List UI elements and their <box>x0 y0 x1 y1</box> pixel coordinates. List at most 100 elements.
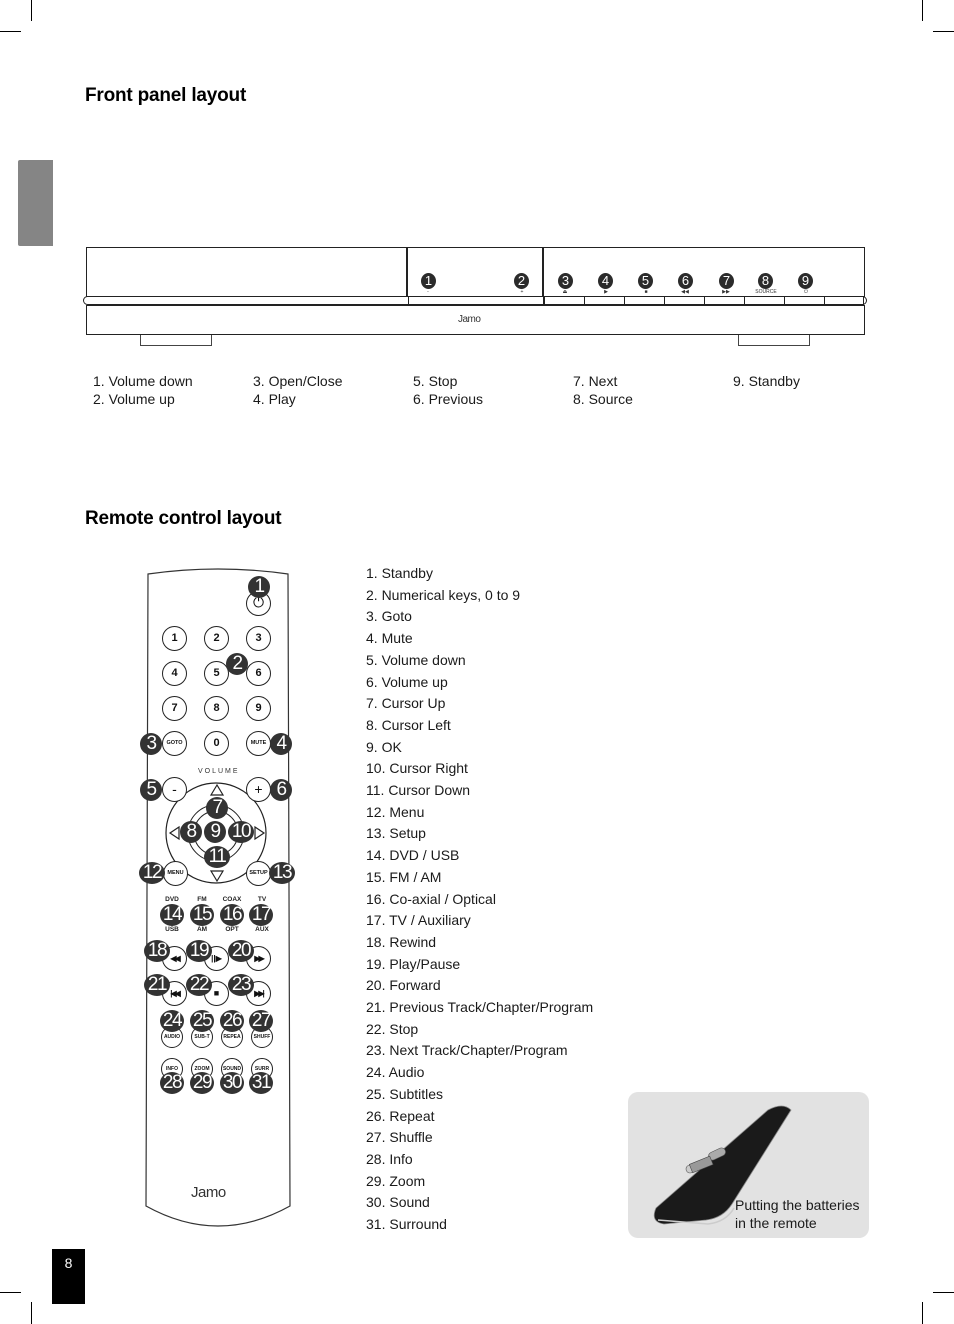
legend-item: 5. Stop <box>413 373 458 389</box>
legend-item: 8. Source <box>573 391 633 407</box>
front-callout-2: 2 <box>514 273 529 289</box>
remote-callout: 29 <box>190 1072 214 1094</box>
legend-item: 2. Volume up <box>93 391 175 407</box>
remote-setup-button[interactable]: SETUP <box>246 861 271 886</box>
legend-item: 3. Goto <box>366 608 412 625</box>
front-legend-col-2: 3. Open/Close 4. Play <box>253 372 343 408</box>
front-legend-col-1: 1. Volume down 2. Volume up <box>93 372 193 408</box>
legend-item: 25. Subtitles <box>366 1085 444 1102</box>
remote-callout: 20 <box>228 940 254 962</box>
front-button-source[interactable] <box>744 296 785 305</box>
crop-mark <box>922 1302 923 1324</box>
front-button-stop[interactable] <box>624 296 665 305</box>
remote-key-0[interactable]: 0 <box>204 731 229 756</box>
legend-item: 23. Next Track/Chapter/Program <box>366 1042 568 1059</box>
remote-callout: 2 <box>226 653 248 675</box>
crop-mark <box>31 1302 32 1324</box>
remote-callout: 17 <box>249 904 273 926</box>
source-label-dvd: DVD <box>165 896 179 903</box>
front-panel-logo: Jamo <box>458 314 481 325</box>
front-panel-upper-left <box>86 247 407 297</box>
front-callout-5: 5 <box>638 273 653 289</box>
play-icon: ▶ <box>604 289 608 295</box>
stop-icon: ■ <box>644 289 648 295</box>
front-button-next[interactable] <box>704 296 745 305</box>
remote-callout: 15 <box>190 904 214 926</box>
legend-item: 4. Mute <box>366 630 413 647</box>
legend-item: 4. Play <box>253 391 296 407</box>
front-button-volume[interactable] <box>408 296 544 305</box>
remote-callout: 1 <box>248 576 270 598</box>
remote-callout: 6 <box>270 779 292 801</box>
legend-item: 9. Standby <box>733 373 800 389</box>
remote-callout: 5 <box>140 779 162 801</box>
remote-callout: 25 <box>190 1010 214 1032</box>
legend-item: 6. Volume up <box>366 673 448 690</box>
legend-item: 15. FM / AM <box>366 868 442 885</box>
remote-key-1[interactable]: 1 <box>162 626 187 651</box>
legend-item: 26. Repeat <box>366 1107 435 1124</box>
remote-menu-button[interactable]: MENU <box>163 861 188 886</box>
remote-key-2[interactable]: 2 <box>204 626 229 651</box>
remote-callout: 28 <box>160 1072 184 1094</box>
legend-item: 11. Cursor Down <box>366 782 471 799</box>
legend-item: 9. OK <box>366 738 402 755</box>
front-legend-col-4: 7. Next 8. Source <box>573 372 633 408</box>
legend-item: 13. Setup <box>366 825 426 842</box>
legend-item: 17. TV / Auxiliary <box>366 912 471 929</box>
battery-caption-line: Putting the batteries <box>735 1197 860 1213</box>
legend-item: 30. Sound <box>366 1194 430 1211</box>
remote-key-3[interactable]: 3 <box>246 626 271 651</box>
legend-item: 7. Cursor Up <box>366 695 446 712</box>
source-label: SOURCE <box>755 289 777 295</box>
remote-key-4[interactable]: 4 <box>162 661 187 686</box>
remote-title: Remote control layout <box>85 508 282 529</box>
remote-volume-up-button[interactable]: + <box>246 777 271 802</box>
remote-mute-button[interactable]: MUTE <box>246 731 271 756</box>
eject-icon: ⏏ <box>562 289 568 295</box>
page-number: 8 <box>52 1249 85 1304</box>
front-button-standby[interactable] <box>784 296 825 305</box>
volume-label: VOLUME <box>198 768 240 775</box>
front-callout-6: 6 <box>678 273 693 289</box>
section-side-tab <box>18 160 53 246</box>
remote-volume-down-button[interactable]: - <box>162 777 187 802</box>
legend-item: 31. Surround <box>366 1216 447 1233</box>
remote-callout: 9 <box>204 821 226 843</box>
legend-item: 2. Numerical keys, 0 to 9 <box>366 586 521 603</box>
crop-mark <box>0 31 21 32</box>
front-legend-col-5: 9. Standby <box>733 372 800 390</box>
front-button-blank <box>824 296 864 305</box>
crop-mark <box>0 1292 21 1293</box>
front-callout-4: 4 <box>598 273 613 289</box>
remote-callout: 7 <box>206 797 228 819</box>
front-button-play[interactable] <box>584 296 625 305</box>
legend-item: 1. Standby <box>366 565 433 581</box>
legend-item: 18. Rewind <box>366 933 437 950</box>
remote-callout: 31 <box>249 1072 273 1094</box>
front-panel-foot-right <box>738 335 810 346</box>
legend-item: 8. Cursor Left <box>366 716 451 733</box>
source-label-opt: OPT <box>225 926 239 933</box>
remote-key-8[interactable]: 8 <box>204 696 229 721</box>
front-button-open-close[interactable] <box>544 296 585 305</box>
remote-goto-button[interactable]: GOTO <box>162 731 187 756</box>
front-callout-9: 9 <box>798 273 813 289</box>
volume-down-symbol: - <box>427 289 429 295</box>
source-label-usb: USB <box>165 926 179 933</box>
battery-caption: Putting the batteries in the remote <box>735 1196 860 1232</box>
remote-key-9[interactable]: 9 <box>246 696 271 721</box>
legend-item: 1. Volume down <box>93 373 193 389</box>
remote-callout: 19 <box>186 940 212 962</box>
remote-callout: 3 <box>140 733 162 755</box>
remote-key-7[interactable]: 7 <box>162 696 187 721</box>
remote-callout: 27 <box>249 1010 273 1032</box>
remote-logo: Jamo <box>191 1184 226 1201</box>
volume-up-symbol: + <box>520 289 524 295</box>
front-button-previous[interactable] <box>664 296 705 305</box>
source-label-am: AM <box>196 926 208 933</box>
source-label-tv: TV <box>257 896 267 903</box>
remote-callout: 4 <box>270 733 292 755</box>
remote-callout: 8 <box>180 821 202 843</box>
remote-key-6[interactable]: 6 <box>246 661 271 686</box>
